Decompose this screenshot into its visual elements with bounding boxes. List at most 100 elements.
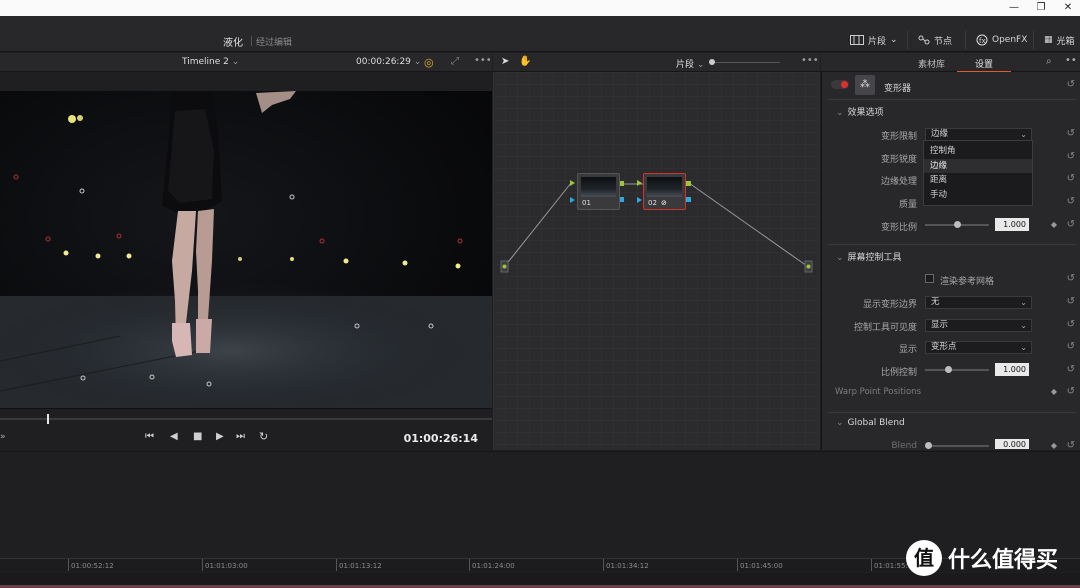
chevron-down-icon: ⌄ <box>890 35 898 45</box>
jump-end-icon[interactable]: ⏭ <box>236 431 245 442</box>
keyframe-icon[interactable]: ◆ <box>1051 387 1057 396</box>
reset-icon[interactable]: ↺ <box>1067 386 1075 397</box>
warp-ratio-slider[interactable] <box>925 221 989 228</box>
chevron-down-icon: ⌄ <box>1020 130 1027 139</box>
zoom-knob[interactable] <box>709 59 715 65</box>
menu-item-edge[interactable]: 边缘 <box>924 159 1032 173</box>
fx-badge-icon: ⊘ <box>661 199 667 207</box>
timecode-top: 00:00:26:29 <box>356 57 411 67</box>
warp-sharpness-label: 变形锐度 <box>880 155 917 165</box>
reset-icon[interactable]: ↺ <box>1067 151 1075 162</box>
node-01[interactable]: 01 <box>577 173 620 210</box>
restore-button[interactable]: ❐ <box>1031 1 1051 15</box>
menu-item-manual[interactable]: 手动 <box>924 188 1032 202</box>
transport-controls: » ⏮ ◀ ■ ▶ ⏭ ↻ 01:00:26:14 <box>0 428 492 450</box>
openfx-toggle[interactable]: fx OpenFX <box>976 33 1027 47</box>
reset-icon[interactable]: ↺ <box>1067 173 1075 184</box>
zoom-slider[interactable] <box>709 59 780 65</box>
ratio-control-value[interactable]: 1.000 <box>995 363 1029 376</box>
slider-knob[interactable] <box>925 442 932 449</box>
stop-icon[interactable]: ■ <box>193 431 202 442</box>
tab-settings[interactable]: 设置 <box>956 57 1012 73</box>
play-icon[interactable]: ▶ <box>216 431 224 442</box>
slider-knob[interactable] <box>944 366 952 373</box>
nodes-icon <box>918 35 930 45</box>
warp-ratio-label: 变形比例 <box>880 223 917 233</box>
lightbox-toggle[interactable]: ▦ 光箱 <box>1044 33 1075 47</box>
reset-icon[interactable]: ↺ <box>1067 440 1075 451</box>
reset-icon[interactable]: ↺ <box>1067 196 1075 207</box>
watermark-badge: 值 <box>906 540 942 576</box>
fullscreen-icon[interactable]: ⤢ <box>451 56 459 67</box>
node-graph[interactable]: 01 02 ⊘ <box>493 72 820 450</box>
more-options-icon[interactable]: ••• <box>801 55 819 66</box>
section-onscreen-controls[interactable]: ⌄ 屏幕控制工具 <box>836 250 902 263</box>
show-warp-bounds-dropdown[interactable]: 无 ⌄ <box>925 296 1032 309</box>
minimize-button[interactable]: — <box>1004 1 1024 15</box>
warp-limit-menu: 控制角 边缘 距离 手动 <box>923 140 1033 206</box>
playhead[interactable] <box>47 414 49 424</box>
reset-icon[interactable]: ↺ <box>1067 128 1075 139</box>
video-viewer[interactable] <box>0 91 492 408</box>
control-visibility-dropdown[interactable]: 显示 ⌄ <box>925 319 1032 332</box>
viewer-header: Timeline 2 ⌄ 00:00:26:29 ⌄ ◎ ⤢ ••• <box>0 53 492 72</box>
control-visibility-label: 控制工具可见度 <box>853 323 917 333</box>
node-mode-selector[interactable]: 片段 ⌄ <box>676 57 704 70</box>
section-global-blend[interactable]: ⌄ Global Blend <box>836 418 905 428</box>
dropdown-value: 显示 <box>931 320 949 330</box>
timeline-selector[interactable]: Timeline 2 ⌄ <box>182 57 239 67</box>
effect-enable-toggle[interactable] <box>831 80 849 89</box>
highlight-icon[interactable]: ◎ <box>424 56 434 69</box>
more-options-icon[interactable]: •• <box>1065 55 1077 66</box>
menu-item-distance[interactable]: 距离 <box>924 173 1032 187</box>
slider-knob[interactable] <box>953 221 961 228</box>
reset-icon[interactable]: ↺ <box>1067 319 1075 330</box>
node-02[interactable]: 02 ⊘ <box>643 173 686 210</box>
scrub-bar[interactable] <box>0 408 492 428</box>
top-bar: 液化 经过编辑 片段 ⌄ 节点 fx OpenFX ▦ 光箱 <box>0 16 1080 52</box>
audio-icon[interactable]: » <box>0 432 6 442</box>
blend-value[interactable]: 0.000 <box>995 439 1029 449</box>
jump-start-icon[interactable]: ⏮ <box>145 431 154 442</box>
keyframe-icon[interactable]: ◆ <box>1051 220 1057 229</box>
ruler-tick: 01:01:45:00 <box>737 559 783 571</box>
menu-item-control-corner[interactable]: 控制角 <box>924 144 1032 158</box>
warp-limit-label: 变形限制 <box>880 132 917 142</box>
chevron-down-icon: ⌄ <box>836 253 844 263</box>
svg-text:fx: fx <box>979 37 986 45</box>
section-effect-options[interactable]: ⌄ 效果选项 <box>836 105 884 118</box>
dropdown-value: 边缘 <box>931 129 949 139</box>
effect-icon: ⁂ <box>855 75 875 95</box>
close-button[interactable]: ✕ <box>1058 1 1078 15</box>
section-title: 效果选项 <box>847 108 884 118</box>
loop-icon[interactable]: ↻ <box>259 430 268 443</box>
ratio-control-slider[interactable] <box>925 366 989 373</box>
hand-icon[interactable]: ✋ <box>519 56 531 67</box>
pointer-icon[interactable]: ➤ <box>501 56 509 67</box>
dropdown-value: 无 <box>931 297 940 307</box>
more-options-icon[interactable]: ••• <box>474 55 492 66</box>
reset-icon[interactable]: ↺ <box>1067 219 1075 230</box>
clips-icon <box>850 35 864 45</box>
source-timecode[interactable]: 00:00:26:29 ⌄ <box>356 57 421 67</box>
reverse-play-icon[interactable]: ◀ <box>170 431 178 442</box>
nodes-toggle[interactable]: 节点 <box>918 33 952 47</box>
blend-slider[interactable] <box>925 442 989 449</box>
render-grid-checkbox[interactable] <box>925 274 934 283</box>
reset-icon[interactable]: ↺ <box>1067 273 1075 284</box>
display-dropdown[interactable]: 变形点 ⌄ <box>925 341 1032 354</box>
reset-icon[interactable]: ↺ <box>1067 341 1075 352</box>
chevron-down-icon: ⌄ <box>413 57 422 67</box>
keyframe-icon[interactable]: ◆ <box>1051 441 1057 450</box>
node-editor-header: ➤ ✋ 片段 ⌄ ••• <box>493 53 820 72</box>
openfx-label: OpenFX <box>992 35 1028 45</box>
reset-icon[interactable]: ↺ <box>1067 79 1075 90</box>
reset-icon[interactable]: ↺ <box>1067 296 1075 307</box>
clips-toggle[interactable]: 片段 ⌄ <box>850 33 898 47</box>
section-title: 屏幕控制工具 <box>847 253 902 263</box>
warp-ratio-value[interactable]: 1.000 <box>995 218 1029 231</box>
search-icon[interactable]: ⌕ <box>1046 56 1052 67</box>
tab-library[interactable]: 素材库 <box>918 57 945 70</box>
node-label: 02 <box>648 199 657 207</box>
reset-icon[interactable]: ↺ <box>1067 364 1075 375</box>
